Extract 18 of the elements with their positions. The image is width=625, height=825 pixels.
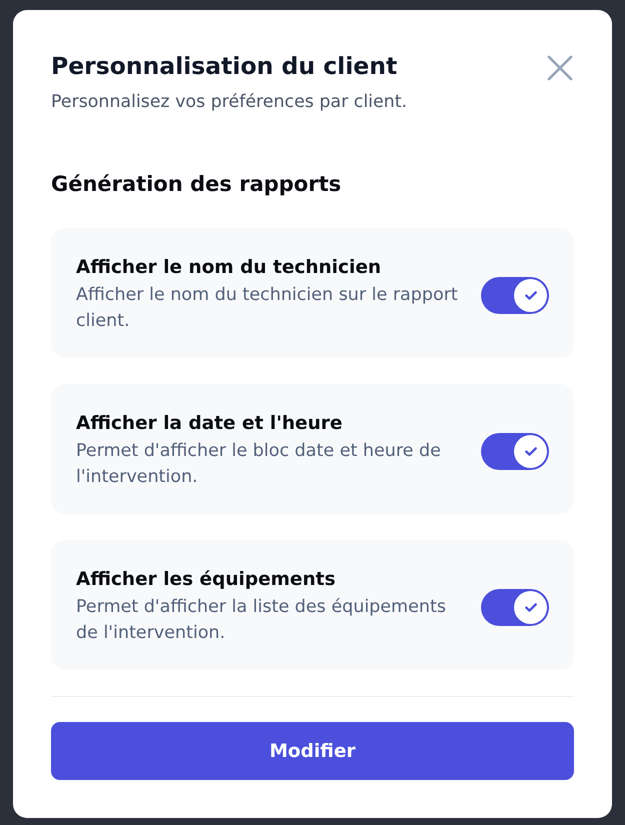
check-icon	[524, 290, 536, 300]
modify-button[interactable]: Modifier	[51, 722, 574, 780]
dialog-subtitle: Personnalisez vos préférences par client.	[51, 91, 408, 113]
close-icon	[547, 55, 573, 81]
toggle-switch[interactable]	[481, 276, 549, 314]
section-heading: Génération des rapports	[51, 171, 342, 198]
toggle-switch[interactable]	[481, 588, 549, 626]
setting-description: Permet d'afficher la liste des équipements de l'intervention.	[76, 596, 447, 645]
setting-description: Afficher le nom du technicien sur le rapport client.	[76, 284, 459, 333]
dialog-title: Personnalisation du client	[51, 51, 398, 82]
setting-description: Permet d'afficher le bloc date et heure de l'intervention.	[76, 440, 442, 489]
close-button[interactable]	[547, 55, 573, 81]
check-icon	[524, 446, 536, 456]
check-icon	[524, 602, 536, 612]
setting-title: Afficher les équipements	[76, 568, 336, 592]
toggle-switch[interactable]	[481, 432, 549, 470]
setting-title: Afficher la date et l'heure	[76, 412, 344, 436]
setting-title: Afficher le nom du technicien	[76, 256, 382, 280]
